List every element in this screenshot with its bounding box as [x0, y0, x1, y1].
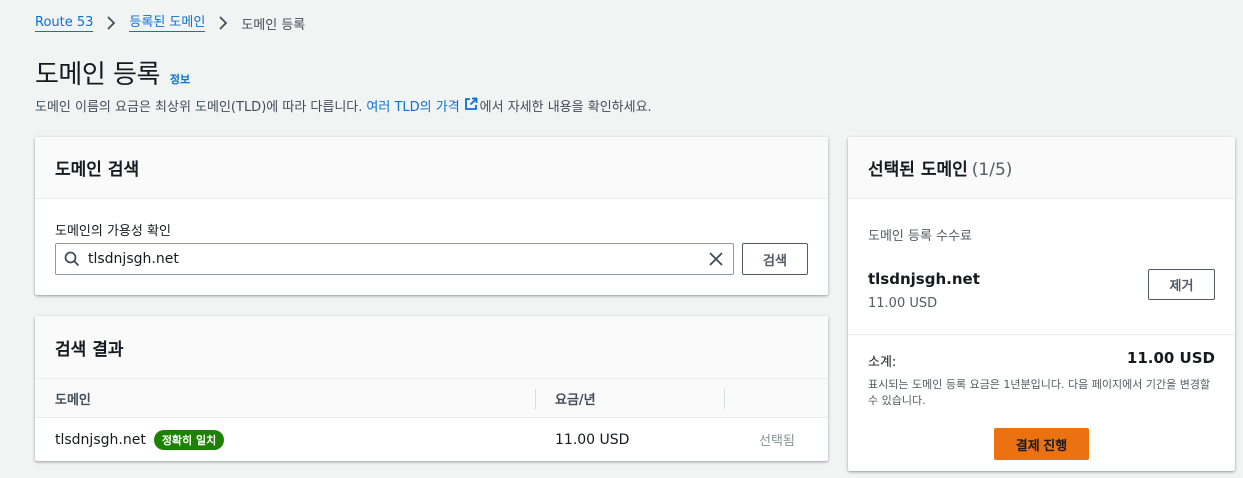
domain-search-title: 도메인 검색	[55, 160, 140, 180]
description-text: 도메인 이름의 요금은 최상위 도메인(TLD)에 따라 다릅니다.	[35, 100, 363, 115]
availability-label: 도메인의 가용성 확인	[55, 224, 171, 239]
search-icon	[56, 251, 88, 267]
results-table-header: 도메인 요금/년	[35, 378, 828, 418]
selected-domains-header: 선택된 도메인 (1/5)	[848, 137, 1235, 199]
remove-button[interactable]: 제거	[1148, 269, 1215, 300]
chevron-right-icon	[211, 14, 235, 32]
subtotal-value: 11.00 USD	[1126, 349, 1215, 367]
domain-search-card: 도메인 검색 도메인의 가용성 확인 검색	[35, 137, 828, 295]
selected-domains-card: 선택된 도메인 (1/5) 도메인 등록 수수료 tlsdnjsgh.net 11…	[848, 137, 1235, 471]
result-domain-name: tlsdnjsgh.net	[55, 431, 146, 448]
search-button[interactable]: 검색	[742, 243, 808, 275]
selected-domains-title-text: 선택된 도메인	[868, 160, 968, 180]
checkout-button[interactable]: 결제 진행	[994, 428, 1089, 460]
subtotal-label: 소계:	[868, 355, 897, 370]
domain-search-box	[55, 243, 734, 275]
tld-pricing-link[interactable]: 여러 TLD의 가격	[366, 96, 479, 115]
external-link-icon	[460, 97, 480, 115]
domain-search-header: 도메인 검색	[35, 137, 828, 199]
page-title: 도메인 등록	[35, 60, 160, 90]
breadcrumb-current: 도메인 등록	[241, 17, 306, 33]
divider	[848, 334, 1235, 335]
registration-fee-label: 도메인 등록 수수료	[868, 229, 972, 244]
table-row: tlsdnjsgh.net 정확히 일치 11.00 USD 선택됨	[35, 418, 828, 461]
result-price: 11.00 USD	[555, 431, 630, 448]
breadcrumb-route53[interactable]: Route 53	[35, 15, 94, 32]
search-results-card: 검색 결과 도메인 요금/년 tlsdnjsgh.net 정확히 일치 11.0…	[35, 316, 828, 461]
description-text-after: 에서 자세한 내용을 확인하세요.	[479, 100, 652, 115]
result-domain-cell: tlsdnjsgh.net 정확히 일치	[55, 429, 225, 450]
exact-match-badge: 정확히 일치	[153, 429, 225, 450]
tld-pricing-link-label: 여러 TLD의 가격	[366, 100, 460, 115]
column-header-price[interactable]: 요금/년	[555, 389, 596, 408]
selected-domain-price: 11.00 USD	[868, 296, 938, 311]
selected-domains-count: (1/5)	[971, 160, 1013, 180]
page-description: 도메인 이름의 요금은 최상위 도메인(TLD)에 따라 다릅니다. 여러 TL…	[35, 96, 652, 115]
breadcrumb-registered-domains[interactable]: 등록된 도메인	[129, 15, 206, 32]
info-link[interactable]: 정보	[170, 71, 190, 87]
close-icon[interactable]	[699, 251, 733, 267]
page-header: 도메인 등록 정보	[35, 54, 190, 91]
fee-note: 표시되는 도메인 등록 요금은 1년분입니다. 다음 페이지에서 기간을 변경할…	[868, 378, 1211, 407]
selected-domain-name: tlsdnjsgh.net	[868, 270, 980, 288]
chevron-right-icon	[99, 14, 123, 32]
selected-domains-title: 선택된 도메인 (1/5)	[868, 155, 1012, 180]
column-divider	[535, 389, 536, 409]
search-results-title: 검색 결과	[55, 339, 124, 360]
result-selected-status: 선택됨	[759, 434, 795, 449]
breadcrumb: Route 53 등록된 도메인 도메인 등록	[35, 14, 306, 33]
column-divider	[724, 389, 725, 409]
domain-search-input[interactable]	[88, 251, 699, 267]
search-results-header: 검색 결과	[35, 316, 828, 378]
column-header-domain[interactable]: 도메인	[55, 389, 91, 408]
